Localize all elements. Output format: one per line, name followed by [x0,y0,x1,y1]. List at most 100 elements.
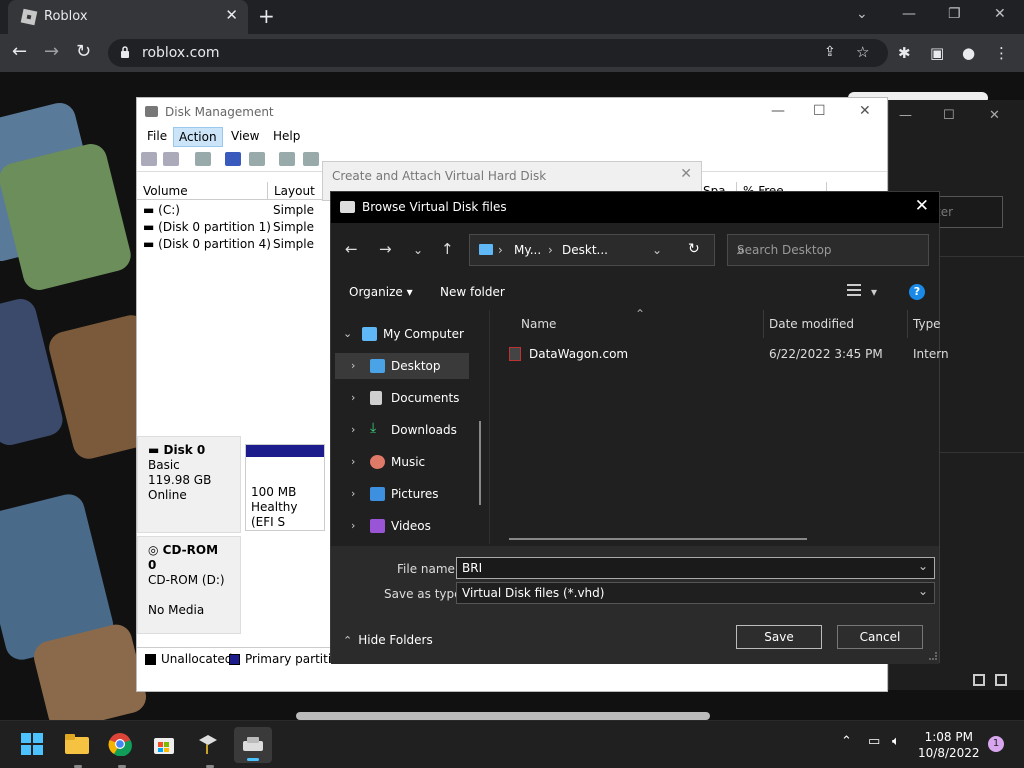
extensions-icon[interactable]: ✱ [898,44,911,62]
chevron-right-icon[interactable]: › [351,423,355,436]
column-divider[interactable] [907,310,908,338]
breadcrumb-my-computer[interactable]: My... [514,243,541,257]
help-icon[interactable]: ? [909,284,925,300]
connect-icon[interactable] [279,152,295,166]
close-icon[interactable]: ✕ [680,166,692,182]
search-input[interactable]: Search Desktop ⌕ [727,234,929,266]
breadcrumb-desktop[interactable]: Deskt... [562,243,608,257]
save-as-type-select[interactable]: Virtual Disk files (*.vhd) ⌄ [456,582,935,604]
save-button[interactable]: Save [736,625,822,649]
close-icon[interactable]: ✕ [915,196,929,216]
forward-icon[interactable]: → [379,240,392,258]
minimize-icon[interactable]: — [899,108,912,123]
tree-item-desktop[interactable]: › Desktop [335,353,469,379]
volume-row[interactable]: ▬ (Disk 0 partition 1) Simple [137,220,337,237]
view-large-icon[interactable] [995,674,1007,686]
tree-item-pictures[interactable]: › Pictures [331,481,489,507]
restore-icon[interactable]: ☐ [943,108,955,123]
chrome-taskbar-button[interactable] [108,732,134,758]
chevron-right-icon[interactable]: › [351,519,355,532]
menu-action[interactable]: Action [173,127,223,147]
file-name-input[interactable]: BRI ⌄ [456,557,935,579]
change-view-icon[interactable] [847,284,861,296]
column-divider[interactable] [763,310,764,338]
hide-folders-button[interactable]: ⌃ Hide Folders [343,633,433,647]
volume-row[interactable]: ▬ (Disk 0 partition 4) Simple [137,237,337,254]
cancel-button[interactable]: Cancel [837,625,923,649]
properties-icon[interactable] [195,152,211,166]
close-icon[interactable]: ✕ [859,103,871,119]
profile-icon[interactable]: ● [962,44,975,62]
tree-item-documents[interactable]: › Documents [331,385,489,411]
chevron-right-icon[interactable]: › [351,455,355,468]
back-icon[interactable]: ← [12,41,27,62]
new-folder-button[interactable]: New folder [440,285,505,299]
disk0-label[interactable]: ▬ Disk 0 Basic 119.98 GB Online [137,436,241,533]
close-icon[interactable]: ✕ [989,108,1000,123]
reload-icon[interactable]: ↻ [76,41,91,62]
help-icon[interactable] [225,152,241,166]
resize-grip-icon[interactable] [929,652,937,660]
tab-close-icon[interactable]: ✕ [225,6,238,24]
side-panel-icon[interactable]: ▣ [930,44,944,62]
refresh-icon[interactable]: ↻ [688,241,700,257]
navigation-scrollbar[interactable] [479,421,481,505]
menu-kebab-icon[interactable]: ⋮ [994,44,1009,62]
minimize-icon[interactable]: — [771,103,785,119]
column-type[interactable]: Type [913,317,941,331]
address-breadcrumb[interactable]: › My... › Deskt... ⌄ ↻ [469,234,715,266]
app-taskbar-button[interactable] [196,732,222,758]
menu-file[interactable]: File [143,129,171,143]
efi-partition[interactable]: 100 MB Healthy (EFI S [245,444,325,531]
show-hidden-icons-chevron-icon[interactable]: ⌃ [841,734,852,749]
chevron-down-icon[interactable]: ⌄ [918,584,928,598]
chevron-right-icon[interactable]: › [351,391,355,404]
window-close-icon[interactable]: ✕ [994,6,1006,22]
chevron-right-icon[interactable]: › [351,487,355,500]
file-explorer-taskbar-button[interactable] [64,732,90,758]
tree-item-music[interactable]: › Music [331,449,489,475]
column-volume[interactable]: Volume [137,182,268,200]
minimize-icon[interactable]: — [902,6,916,22]
forward-arrow-icon[interactable] [163,152,179,166]
start-button[interactable] [20,732,46,758]
column-layout[interactable]: Layout [268,182,328,200]
tree-item-videos[interactable]: › Videos [331,513,489,539]
network-icon[interactable]: ▭ [868,734,880,749]
file-row[interactable]: DataWagon.com 6/22/2022 3:45 PM Intern [491,344,949,366]
share-icon[interactable]: ⇪ [824,44,836,60]
address-dropdown-chevron-icon[interactable]: ⌄ [652,243,662,257]
volume-row[interactable]: ▬ (C:) Simple [137,203,337,220]
taskbar-clock[interactable]: 1:08 PM 10/8/2022 [918,729,980,761]
menu-view[interactable]: View [227,129,263,143]
address-bar[interactable]: roblox.com ⇪ ☆ [108,39,888,67]
recent-locations-chevron-icon[interactable]: ⌄ [413,243,423,257]
restore-icon[interactable]: ❐ [948,6,961,22]
tree-item-my-computer[interactable]: ⌄ My Computer [331,321,489,347]
tree-item-downloads[interactable]: › ⤓ Downloads [331,417,489,443]
up-icon[interactable]: ↑ [441,240,454,258]
console-icon[interactable] [249,152,265,166]
back-icon[interactable]: ← [345,240,358,258]
store-taskbar-button[interactable] [152,732,178,758]
bookmark-star-icon[interactable]: ☆ [856,43,869,61]
browser-tab[interactable]: Roblox ✕ [8,0,248,34]
menu-help[interactable]: Help [269,129,304,143]
chevron-down-icon[interactable]: ⌄ [343,327,352,340]
column-date-modified[interactable]: Date modified [769,317,854,331]
cdrom-label[interactable]: ◎ CD-ROM 0 CD-ROM (D:) No Media [137,536,241,634]
disk-management-taskbar-button[interactable] [234,727,272,763]
maximize-icon[interactable]: ☐ [813,103,826,119]
view-list-icon[interactable] [973,674,985,686]
column-name[interactable]: Name [521,317,556,331]
back-arrow-icon[interactable] [141,152,157,166]
list-icon[interactable] [303,152,319,166]
file-list-horizontal-scrollbar[interactable] [509,538,807,540]
pane-splitter[interactable] [489,310,490,544]
notification-badge[interactable]: 1 [988,736,1004,752]
organize-button[interactable]: Organize ▾ [349,285,413,299]
view-dropdown-chevron-icon[interactable]: ▾ [871,285,877,299]
forward-icon[interactable]: → [44,41,59,62]
chevron-down-icon[interactable]: ⌄ [918,559,928,573]
new-tab-icon[interactable]: + [258,4,275,28]
